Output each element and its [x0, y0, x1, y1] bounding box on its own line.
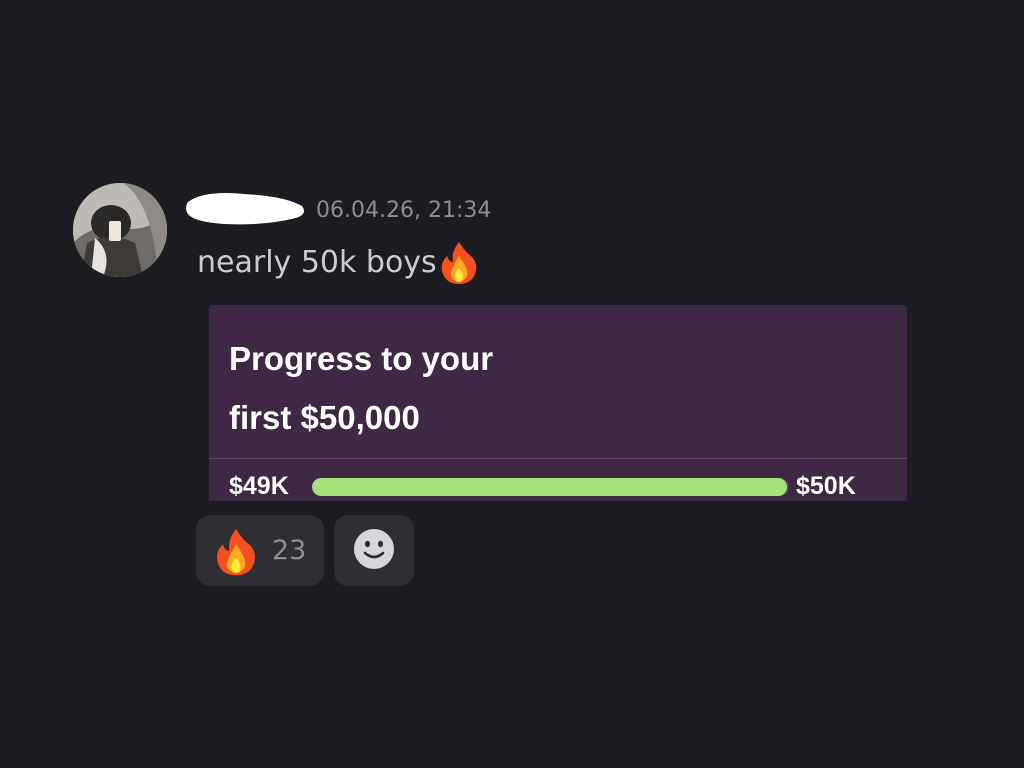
- progress-start-label: $49K: [229, 472, 289, 500]
- message-body: nearly 50k boys: [197, 240, 479, 284]
- message-text: nearly 50k boys: [197, 244, 437, 280]
- user-avatar[interactable]: [73, 183, 167, 277]
- embed-title-line-2: first $50,000: [229, 399, 420, 436]
- add-reaction-button[interactable]: [334, 515, 414, 586]
- progress-embed-card[interactable]: Progress to your first $50,000 $49K $50K: [209, 305, 907, 501]
- chat-message: 06.04.26, 21:34 nearly 50k boys Progress…: [0, 0, 1024, 768]
- fire-emoji-icon: [214, 526, 258, 576]
- redacted-username: [184, 188, 308, 228]
- smiley-face-icon: [353, 528, 395, 574]
- progress-row: $49K $50K: [229, 470, 889, 500]
- progress-fill: [312, 478, 787, 496]
- embed-title: Progress to your first $50,000: [229, 329, 649, 447]
- progress-end-label: $50K: [796, 472, 856, 500]
- progress-track: [312, 478, 789, 496]
- fire-reaction-button[interactable]: 23: [196, 515, 324, 586]
- fire-emoji-icon: [439, 240, 479, 284]
- message-timestamp: 06.04.26, 21:34: [316, 198, 492, 223]
- embed-title-line-1: Progress to your: [229, 340, 494, 377]
- embed-divider: [209, 458, 907, 459]
- reaction-count: 23: [272, 535, 307, 566]
